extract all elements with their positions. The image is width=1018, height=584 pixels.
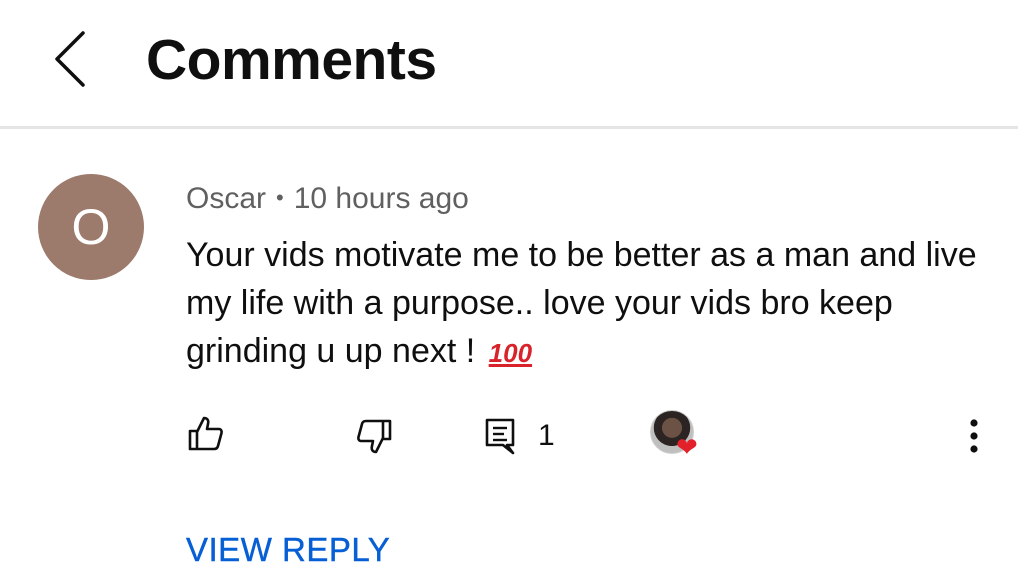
creator-heart-icon: ❤ [676,432,698,462]
chevron-left-icon [55,31,85,87]
like-button[interactable] [186,412,228,454]
avatar-letter: O [71,199,111,255]
hundred-points-emoji: 100 [488,338,533,368]
creator-heart[interactable]: ❤ [650,410,706,468]
thumbs-down-icon [357,419,392,454]
comment-timestamp[interactable]: 10 hours ago [294,182,469,215]
avatar[interactable]: O [38,174,144,280]
reply-button[interactable]: 1 [484,414,555,458]
thumbs-up-icon [188,416,223,451]
more-vertical-icon [970,419,978,453]
page-title: Comments [146,28,437,92]
author-name[interactable]: Oscar [186,182,266,215]
comment-meta: Oscar • 10 hours ago [186,180,469,217]
comment-text: Your vids motivate me to be better as a … [186,236,977,370]
top-bar: Comments [0,0,1018,129]
comment-reply-icon [485,418,515,455]
meta-separator: • [276,185,284,210]
comment-body: Your vids motivate me to be better as a … [186,231,986,377]
back-button[interactable] [40,22,100,96]
more-options-button[interactable] [958,414,990,458]
reply-count: 1 [538,419,555,452]
view-reply-button[interactable]: VIEW REPLY [186,528,390,572]
dislike-button[interactable] [354,416,396,458]
